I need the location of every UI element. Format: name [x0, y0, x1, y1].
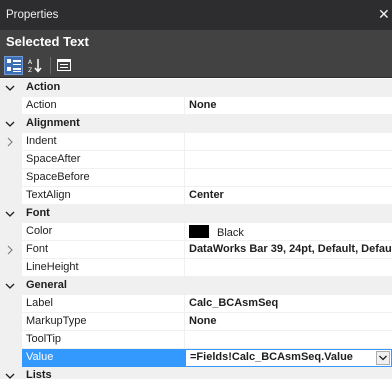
property-value[interactable]: Calc_BCAsmSeq [185, 295, 392, 313]
property-row-spacebefore[interactable]: SpaceBefore [0, 169, 392, 187]
category-label: Lists [26, 369, 52, 379]
property-pages-icon [57, 59, 71, 71]
property-row-indent[interactable]: Indent [0, 133, 392, 151]
category-label: Font [26, 207, 50, 219]
selected-object-name: Selected Text [6, 34, 89, 49]
property-value-editor[interactable]: =Fields!Calc_BCAsmSeq.Value [185, 349, 392, 367]
categorized-icon [7, 59, 21, 72]
property-name: Color [22, 223, 185, 241]
chevron-down-icon[interactable] [5, 281, 15, 291]
chevron-right-icon[interactable] [5, 137, 15, 147]
color-name: Black [217, 227, 244, 239]
property-value[interactable] [185, 259, 392, 277]
toolbar-separator [50, 57, 51, 74]
chevron-down-icon[interactable] [5, 371, 15, 379]
property-value[interactable]: None [185, 313, 392, 331]
alphabetical-button[interactable]: A Z [26, 56, 45, 75]
alphabetical-sort-icon: A Z [28, 59, 42, 73]
property-value[interactable]: DataWorks Bar 39, 24pt, Default, Default [185, 241, 392, 259]
property-name: MarkupType [22, 313, 185, 331]
property-value[interactable]: Black [185, 223, 392, 241]
property-value[interactable] [185, 169, 392, 187]
property-name: SpaceBefore [22, 169, 185, 187]
category-general[interactable]: General [0, 277, 392, 295]
category-label: Alignment [26, 117, 80, 129]
close-icon[interactable]: ✕ [378, 6, 392, 22]
chevron-right-icon[interactable] [5, 245, 15, 255]
selected-object-header: Selected Text [0, 30, 392, 54]
property-row-action[interactable]: Action None [0, 97, 392, 115]
categorized-button[interactable] [4, 56, 23, 75]
property-row-color[interactable]: Color Black [0, 223, 392, 241]
property-value[interactable] [185, 331, 392, 349]
category-label: General [26, 279, 67, 291]
property-name: SpaceAfter [22, 151, 185, 169]
property-name: Indent [22, 133, 185, 151]
properties-titlebar: Properties ✕ [0, 0, 392, 30]
property-name: LineHeight [22, 259, 185, 277]
category-alignment[interactable]: Alignment [0, 115, 392, 133]
property-row-textalign[interactable]: TextAlign Center [0, 187, 392, 205]
property-value[interactable]: None [185, 97, 392, 115]
category-action[interactable]: Action [0, 79, 392, 97]
svg-text:Z: Z [28, 67, 32, 73]
property-name: Action [22, 97, 185, 115]
property-name: TextAlign [22, 187, 185, 205]
svg-text:A: A [28, 59, 33, 66]
chevron-down-icon[interactable] [5, 209, 15, 219]
window-title: Properties [6, 9, 59, 21]
category-font[interactable]: Font [0, 205, 392, 223]
property-row-value[interactable]: Value =Fields!Calc_BCAsmSeq.Value [0, 349, 392, 367]
chevron-down-icon[interactable] [5, 119, 15, 129]
property-name: Value [22, 349, 185, 367]
property-pages-button[interactable] [55, 56, 74, 75]
value-dropdown-button[interactable] [376, 351, 390, 365]
color-swatch [189, 225, 209, 238]
category-label: Action [26, 81, 61, 93]
property-value[interactable] [185, 133, 392, 151]
property-row-tooltip[interactable]: ToolTip [0, 331, 392, 349]
chevron-down-icon [379, 355, 387, 361]
property-name: ToolTip [22, 331, 185, 349]
category-lists[interactable]: Lists [0, 367, 392, 379]
property-row-font[interactable]: Font DataWorks Bar 39, 24pt, Default, De… [0, 241, 392, 259]
property-name: Label [22, 295, 185, 313]
property-row-label[interactable]: Label Calc_BCAsmSeq [0, 295, 392, 313]
property-row-lineheight[interactable]: LineHeight [0, 259, 392, 277]
property-name: Font [22, 241, 185, 259]
property-value[interactable]: =Fields!Calc_BCAsmSeq.Value [190, 351, 353, 363]
property-grid: Action Action None Alignment Indent Spac… [0, 79, 392, 379]
properties-toolbar: A Z [0, 54, 392, 78]
property-value[interactable] [185, 151, 392, 169]
chevron-down-icon[interactable] [5, 83, 15, 93]
property-row-markuptype[interactable]: MarkupType None [0, 313, 392, 331]
property-value[interactable]: Center [185, 187, 392, 205]
property-row-spaceafter[interactable]: SpaceAfter [0, 151, 392, 169]
